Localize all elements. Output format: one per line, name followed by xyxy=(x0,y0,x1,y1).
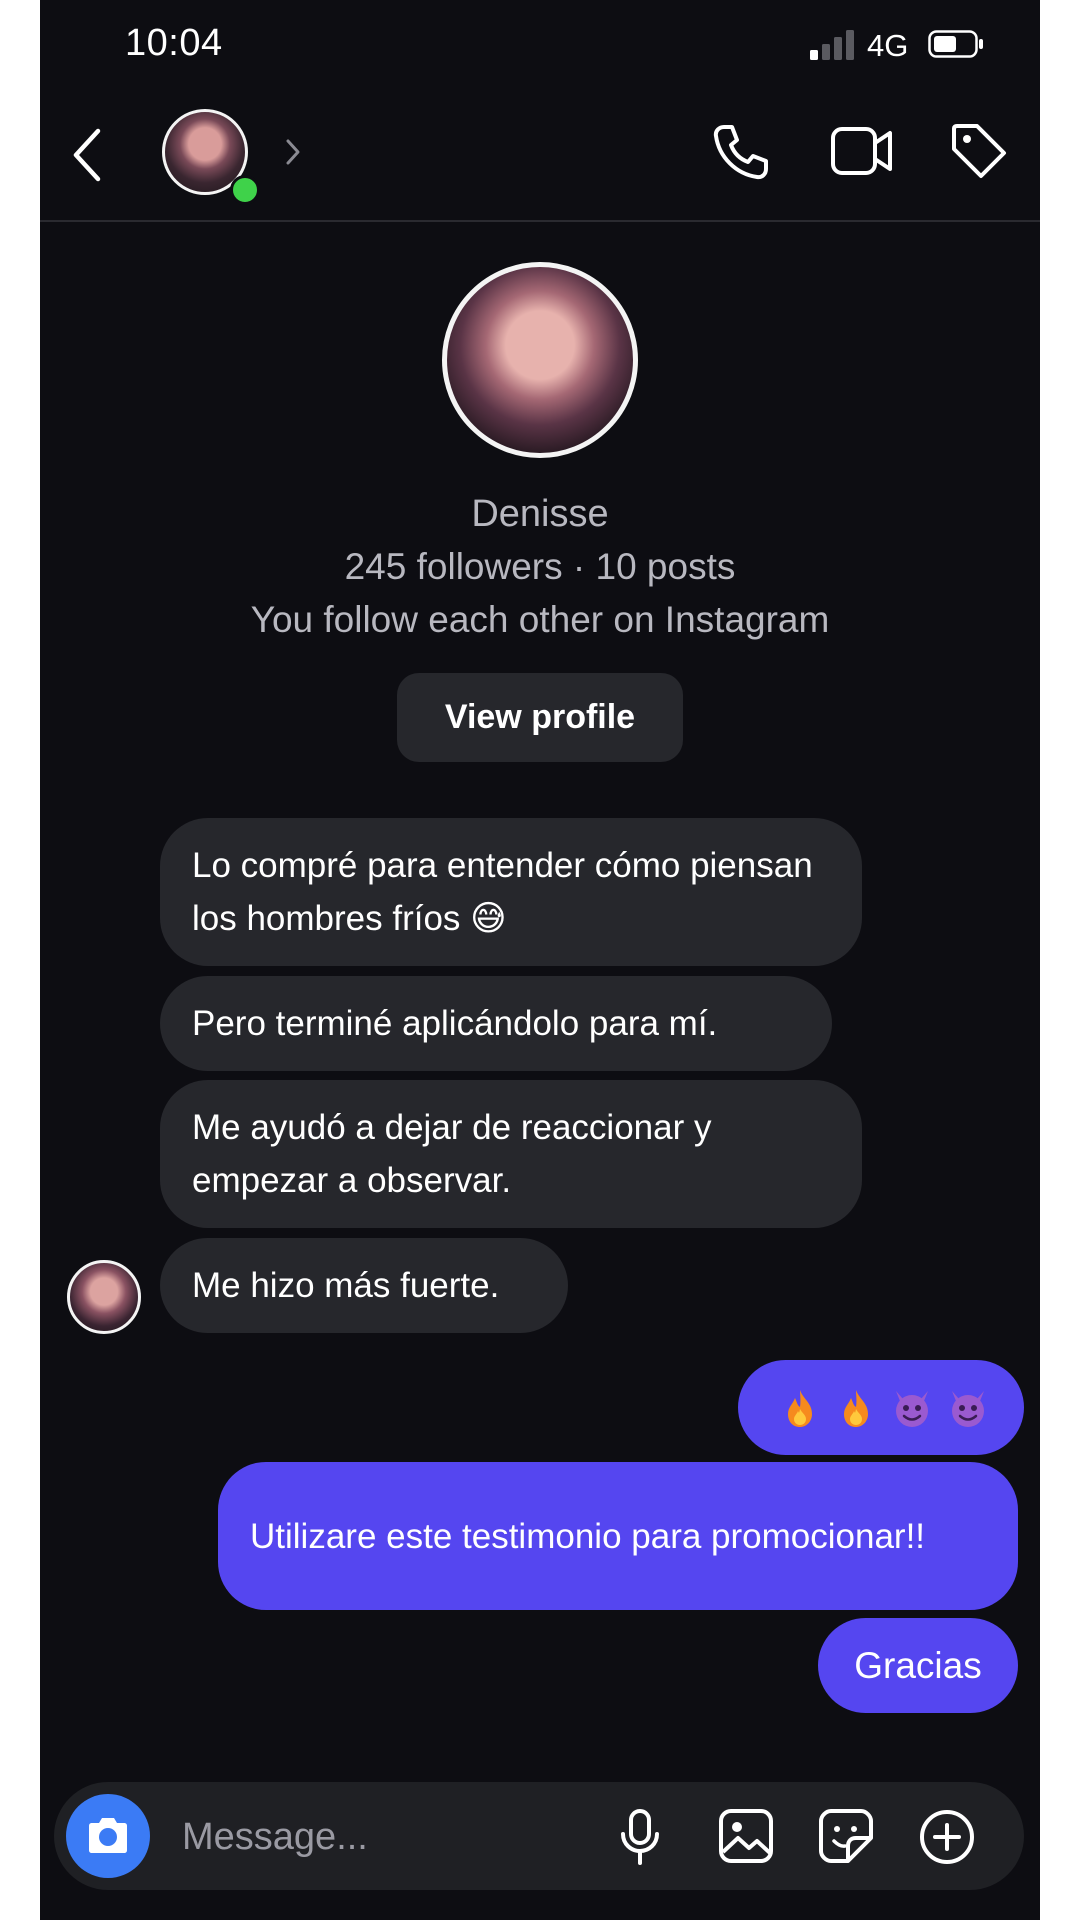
camera-icon xyxy=(89,1818,127,1853)
smiling-devil-emoji xyxy=(896,1390,928,1427)
profile-avatar[interactable] xyxy=(442,262,638,458)
signal-icon xyxy=(810,30,854,60)
gallery-icon[interactable] xyxy=(718,1808,774,1864)
message-text: Gracias xyxy=(854,1645,982,1686)
message-text: Pero terminé aplicándolo para mí. xyxy=(192,1004,718,1043)
microphone-icon[interactable] xyxy=(619,1808,661,1866)
message-bubble-incoming[interactable]: Me ayudó a dejar de reaccionar y empezar… xyxy=(160,1080,862,1228)
chevron-right-icon[interactable] xyxy=(284,137,302,167)
profile-stats: 245 followers · 10 posts xyxy=(344,546,736,587)
message-text: Me ayudó a dejar de reaccionar y empezar… xyxy=(192,1108,712,1200)
fire-emoji xyxy=(844,1389,868,1427)
camera-button[interactable] xyxy=(66,1794,150,1878)
message-bubble-outgoing[interactable]: Gracias xyxy=(818,1618,1018,1713)
smiling-devil-emoji xyxy=(952,1390,984,1427)
phone-icon[interactable] xyxy=(710,121,772,183)
fire-emoji xyxy=(788,1389,812,1427)
message-input[interactable] xyxy=(180,1804,584,1870)
battery-icon xyxy=(928,30,983,58)
message-text: Me hizo más fuerte. xyxy=(192,1266,500,1305)
video-camera-icon[interactable] xyxy=(830,123,894,179)
view-profile-button[interactable]: View profile xyxy=(397,673,683,762)
network-type: 4G xyxy=(867,28,909,63)
status-bar: 10:04 4G xyxy=(40,0,1040,95)
message-text: Utilizare este testimonio para promocion… xyxy=(250,1516,926,1556)
dm-screen: 10:04 4G Denisse 245 followers · 10 post… xyxy=(40,0,1040,1920)
sticker-icon[interactable] xyxy=(818,1808,874,1864)
message-bubble-outgoing[interactable]: Utilizare este testimonio para promocion… xyxy=(218,1462,1018,1610)
online-status-dot xyxy=(230,175,260,205)
message-composer xyxy=(54,1782,1024,1890)
sender-avatar[interactable] xyxy=(67,1260,141,1334)
message-bubble-incoming[interactable]: Me hizo más fuerte. xyxy=(160,1238,568,1333)
message-bubble-outgoing-emoji[interactable] xyxy=(738,1360,1024,1455)
profile-follow-status: You follow each other on Instagram xyxy=(250,599,830,640)
chat-header xyxy=(40,95,1040,222)
message-bubble-incoming[interactable]: Pero terminé aplicándolo para mí. xyxy=(160,976,832,1071)
tag-icon[interactable] xyxy=(948,121,1008,181)
message-bubble-incoming[interactable]: Lo compré para entender cómo piensan los… xyxy=(160,818,862,966)
back-chevron-icon[interactable] xyxy=(68,125,108,185)
plus-circle-icon[interactable] xyxy=(918,1808,976,1866)
status-time: 10:04 xyxy=(125,22,223,64)
message-text: Lo compré para entender cómo piensan los… xyxy=(192,846,813,938)
profile-name: Denisse xyxy=(471,493,609,535)
